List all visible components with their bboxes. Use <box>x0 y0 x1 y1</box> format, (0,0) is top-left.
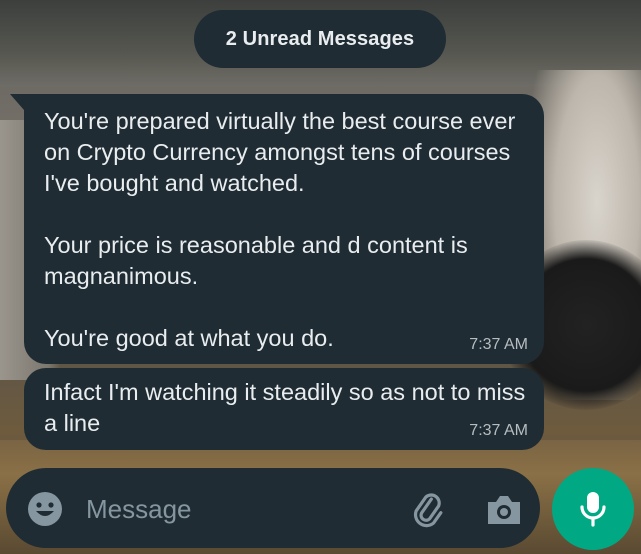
voice-record-button[interactable] <box>552 468 634 550</box>
message-text: Infact I'm watching it steadily so as no… <box>44 377 526 439</box>
unread-messages-label: 2 Unread Messages <box>225 27 415 50</box>
message-paragraph: You're good at what you do. <box>44 325 334 351</box>
paperclip-icon[interactable] <box>406 488 448 530</box>
incoming-message-bubble[interactable]: You're prepared virtually the best cours… <box>10 94 544 364</box>
microphone-icon <box>580 492 606 527</box>
incoming-message-bubble[interactable]: Infact I'm watching it steadily so as no… <box>24 368 544 450</box>
emoji-icon[interactable] <box>26 490 64 528</box>
unread-messages-banner: 2 Unread Messages <box>194 10 446 68</box>
message-paragraph: Infact I'm watching it steadily so as no… <box>44 379 526 436</box>
message-timestamp: 7:37 AM <box>469 422 528 439</box>
camera-icon[interactable] <box>484 490 524 528</box>
message-composer <box>6 468 540 548</box>
message-input[interactable] <box>84 488 388 530</box>
message-text: You're prepared virtually the best cours… <box>44 106 526 354</box>
message-paragraph: Your price is reasonable and d content i… <box>44 232 468 289</box>
message-timestamp: 7:37 AM <box>469 336 528 353</box>
message-paragraph: You're prepared virtually the best cours… <box>44 108 516 196</box>
